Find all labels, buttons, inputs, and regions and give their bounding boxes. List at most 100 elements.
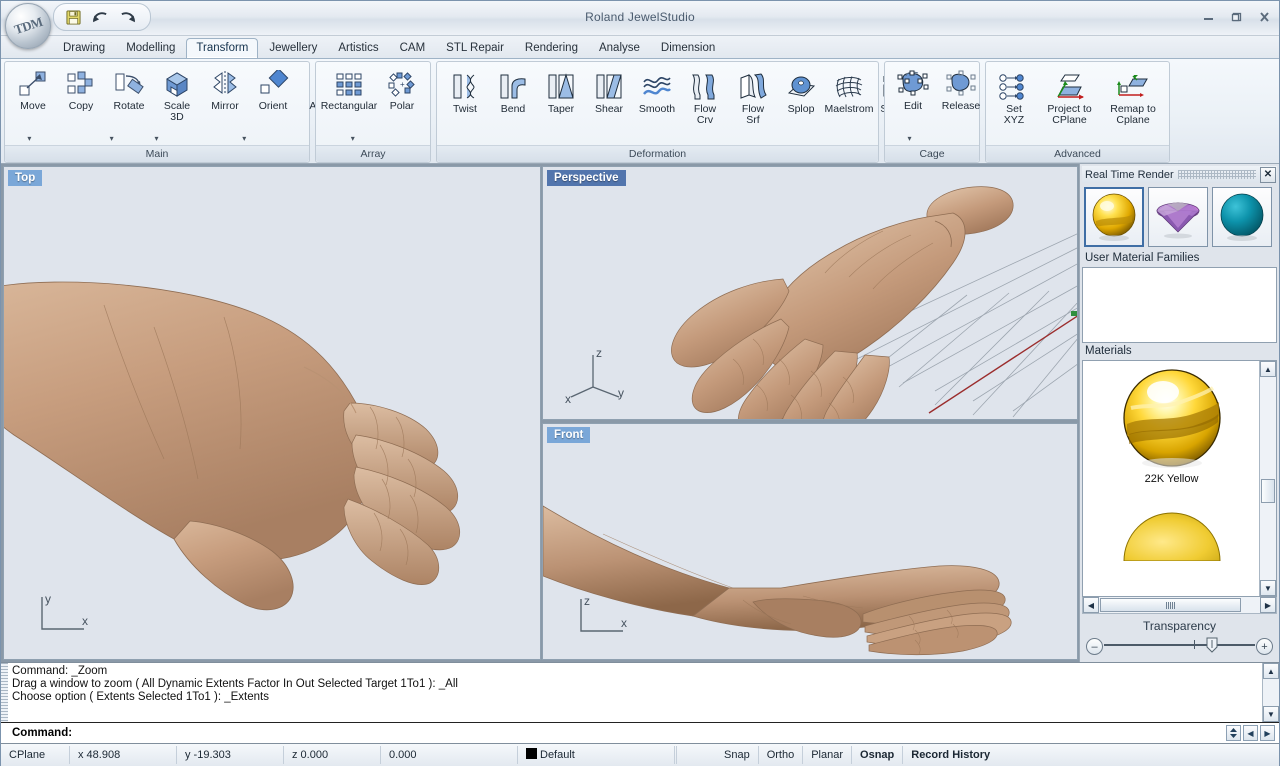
ribbon-button-project-to-cplane[interactable]: Project to CPlane (1038, 68, 1101, 126)
ribbon-button-polar-array[interactable]: + Polar (378, 65, 426, 113)
materials-list[interactable]: 22K Yellow ▲ ▼ (1082, 360, 1277, 597)
viewport-top-label[interactable]: Top (8, 170, 43, 186)
ribbon-button-scale-3d[interactable]: Scale 3D (153, 65, 201, 123)
material-button-gemstone[interactable] (1148, 187, 1208, 247)
status-divider (675, 746, 677, 764)
maximize-button[interactable] (1227, 9, 1245, 25)
transparency-increase-icon[interactable]: + (1256, 638, 1273, 655)
tab-rendering[interactable]: Rendering (515, 38, 588, 58)
undo-icon[interactable] (91, 8, 109, 26)
ribbon-button-bend[interactable]: Bend (489, 68, 537, 116)
status-layer[interactable]: Default (518, 746, 675, 764)
ribbon-button-rectangular-array[interactable]: Rectangular (320, 65, 378, 113)
redo-icon[interactable] (118, 8, 136, 26)
ribbon-button-scale-3d-label: Scale 3D (163, 100, 191, 123)
ribbon-button-copy-label: Copy (68, 100, 94, 112)
status-toggle-planar[interactable]: Planar (803, 746, 853, 764)
remap-to-cplane-icon (1116, 71, 1150, 103)
ribbon-button-cage-edit[interactable]: Edit (889, 65, 937, 113)
ribbon-button-mirror[interactable]: Mirror (201, 65, 249, 113)
status-cplane[interactable]: CPlane (1, 746, 70, 764)
scroll-right-icon[interactable]: ▶ (1260, 597, 1276, 613)
materials-hscroll-thumb[interactable] (1100, 598, 1241, 612)
status-toggle-ortho[interactable]: Ortho (759, 746, 804, 764)
status-layer-label: Default (540, 749, 575, 761)
tab-stl-repair[interactable]: STL Repair (436, 38, 514, 58)
material-button-teal-sphere[interactable] (1212, 187, 1272, 247)
dropdown-caret-cage-edit[interactable]: ▾ (889, 135, 930, 145)
tab-analyse[interactable]: Analyse (589, 38, 650, 58)
dropdown-caret-rotate[interactable]: ▾ (91, 135, 133, 145)
viewport-perspective-label[interactable]: Perspective (547, 170, 626, 186)
transparency-slider[interactable]: – + (1086, 636, 1273, 655)
materials-scroll-thumb[interactable] (1261, 479, 1275, 503)
transparency-slider-thumb[interactable] (1206, 637, 1218, 653)
ribbon-button-maelstrom[interactable]: Maelstrom (825, 68, 874, 116)
ribbon-button-rotate[interactable]: Rotate (105, 65, 153, 113)
scroll-up-icon[interactable]: ▲ (1260, 361, 1276, 377)
command-history-scrollbar[interactable]: ▲ ▼ (1262, 663, 1279, 722)
command-next-icon[interactable]: ▶ (1260, 725, 1275, 741)
user-material-families-list[interactable] (1082, 267, 1277, 343)
tab-dimension[interactable]: Dimension (651, 38, 725, 58)
command-scroll-up-icon[interactable]: ▲ (1263, 663, 1279, 679)
status-toggle-snap[interactable]: Snap (716, 746, 759, 764)
ribbon-button-remap-to-cplane[interactable]: Remap to Cplane (1101, 68, 1165, 126)
command-previous-icon[interactable]: ◀ (1243, 725, 1258, 741)
close-button[interactable] (1255, 9, 1273, 25)
material-item-partial[interactable] (1083, 501, 1260, 561)
ribbon-button-flow-crv[interactable]: Flow Crv (681, 68, 729, 126)
materials-vertical-scrollbar[interactable]: ▲ ▼ (1259, 361, 1276, 596)
panel-drag-grip[interactable] (1177, 170, 1256, 179)
command-input[interactable] (72, 722, 1226, 744)
ribbon-button-splop[interactable]: Splop (777, 68, 825, 116)
ribbon-group-cage-title: Cage (885, 145, 979, 162)
ribbon-button-cage-release[interactable]: Release (937, 65, 985, 113)
viewport-front-label[interactable]: Front (547, 427, 591, 443)
dropdown-caret-align-empty (265, 135, 305, 145)
dropdown-caret-scale-3d[interactable]: ▾ (133, 135, 181, 145)
ribbon-button-shear[interactable]: Shear (585, 68, 633, 116)
ribbon-button-copy[interactable]: Copy (57, 65, 105, 113)
tab-artistics[interactable]: Artistics (328, 38, 388, 58)
command-history-line-1: Command: _Zoom (12, 665, 108, 677)
dropdown-caret-orient[interactable]: ▾ (223, 135, 265, 145)
viewport-perspective[interactable]: Perspective z x y (542, 166, 1078, 420)
ribbon-button-flow-srf[interactable]: Flow Srf (729, 68, 777, 126)
panel-close-icon[interactable]: ✕ (1260, 166, 1276, 183)
transparency-decrease-icon[interactable]: – (1086, 638, 1103, 655)
ribbon-group-cage-carets: ▾ (885, 135, 979, 145)
viewport-front[interactable]: Front z x (542, 423, 1078, 660)
ribbon-button-taper[interactable]: Taper (537, 68, 585, 116)
scroll-down-icon[interactable]: ▼ (1260, 580, 1276, 596)
ribbon-group-array-title: Array (316, 145, 430, 162)
tab-cam[interactable]: CAM (390, 38, 436, 58)
status-toggle-osnap[interactable]: Osnap (852, 746, 904, 764)
ribbon-group-advanced: Set XYZ Project to CPlane Remap to Cplan… (985, 61, 1170, 163)
ribbon-button-twist[interactable]: Twist (441, 68, 489, 116)
scroll-left-icon[interactable]: ◀ (1083, 597, 1099, 613)
materials-horizontal-scrollbar[interactable]: ◀ ▶ (1082, 597, 1277, 614)
dropdown-caret-polar-empty (386, 135, 426, 145)
tab-modelling[interactable]: Modelling (116, 38, 185, 58)
command-spinner-icon[interactable] (1226, 725, 1241, 741)
ribbon-button-orient[interactable]: Orient (249, 65, 297, 113)
material-button-gold-sphere[interactable] (1084, 187, 1144, 247)
ribbon-button-move[interactable]: Move (9, 65, 57, 113)
move-icon (16, 68, 50, 100)
ribbon-button-set-xyz[interactable]: Set XYZ (990, 68, 1038, 126)
tab-drawing[interactable]: Drawing (53, 38, 115, 58)
tab-jewellery[interactable]: Jewellery (259, 38, 327, 58)
ribbon-button-smooth[interactable]: Smooth (633, 68, 681, 116)
application-orb-button[interactable]: TDM (5, 3, 51, 49)
dropdown-caret-move[interactable]: ▾ (9, 135, 50, 145)
material-item-22k-yellow[interactable]: 22K Yellow (1083, 366, 1260, 485)
command-history-lines[interactable]: Command: _Zoom Drag a window to zoom ( A… (8, 663, 1262, 722)
command-scroll-down-icon[interactable]: ▼ (1263, 706, 1279, 722)
status-toggle-record-history[interactable]: Record History (903, 746, 998, 764)
save-icon[interactable] (64, 8, 82, 26)
minimize-button[interactable] (1199, 9, 1217, 25)
tab-transform[interactable]: Transform (186, 38, 259, 58)
dropdown-caret-rectangular-array[interactable]: ▾ (320, 135, 386, 145)
viewport-top[interactable]: Top y x (3, 166, 541, 660)
